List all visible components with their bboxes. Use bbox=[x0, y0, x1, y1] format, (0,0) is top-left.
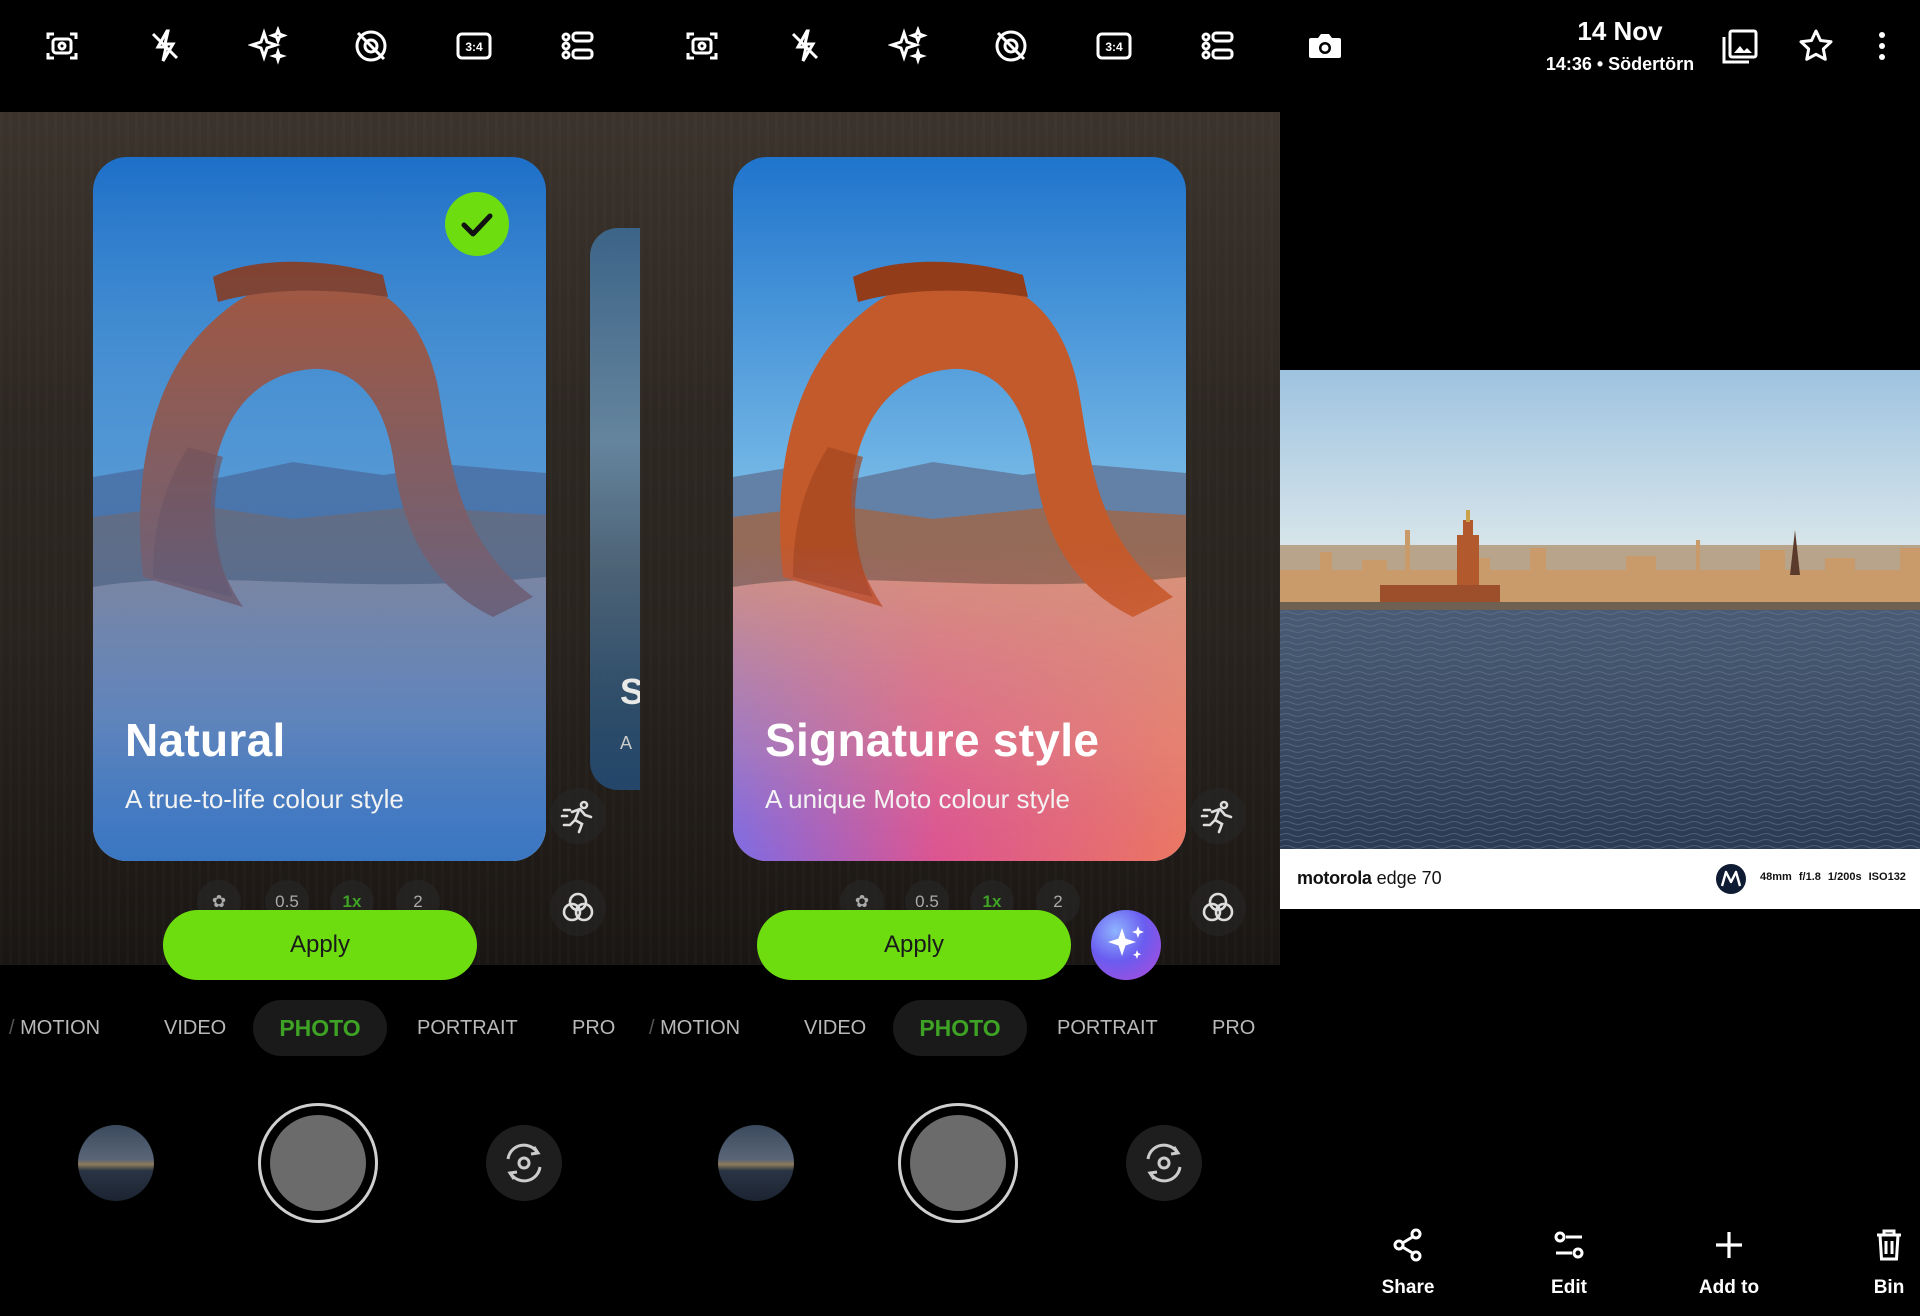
apply-button[interactable]: Apply bbox=[757, 910, 1071, 980]
mode-pro[interactable]: PRO bbox=[572, 1000, 615, 1056]
mode-portrait[interactable]: PORTRAIT bbox=[417, 1000, 518, 1056]
plus-icon bbox=[1716, 1232, 1742, 1258]
motion-shot-icon[interactable] bbox=[1190, 788, 1246, 844]
mode-video[interactable]: VIDEO bbox=[804, 1000, 866, 1056]
flash-off-icon[interactable] bbox=[145, 26, 185, 66]
switch-camera-icon[interactable] bbox=[1126, 1125, 1202, 1201]
mode-photo[interactable]: PHOTO bbox=[253, 1000, 387, 1056]
camera-panel-natural: 3:4 Natural A true-to-life colour style … bbox=[0, 0, 640, 1316]
apply-button[interactable]: Apply bbox=[163, 910, 477, 980]
smart-capture-icon[interactable] bbox=[42, 26, 82, 66]
stockholm-photo[interactable] bbox=[1280, 370, 1920, 850]
motion-off-icon[interactable] bbox=[351, 26, 391, 66]
trash-icon bbox=[1877, 1229, 1901, 1261]
ai-style-icon[interactable] bbox=[1091, 910, 1161, 980]
peek-card-subtitle: A bbox=[620, 733, 633, 753]
next-style-card-peek[interactable]: S A bbox=[590, 228, 640, 790]
camera-mode-selector: / MOTION VIDEO PHOTO PORTRAIT PRO bbox=[0, 1000, 640, 1060]
card-subtitle: A true-to-life colour style bbox=[125, 784, 404, 814]
filters-icon[interactable] bbox=[1190, 880, 1246, 936]
edit-sliders-icon bbox=[1554, 1231, 1584, 1259]
mode-photo[interactable]: PHOTO bbox=[893, 1000, 1027, 1056]
camera-panel-signature: 3:4 Signature style A unique Moto colour… bbox=[640, 0, 1280, 1316]
mode-video[interactable]: VIDEO bbox=[164, 1000, 226, 1056]
share-button[interactable]: Share bbox=[1358, 1225, 1458, 1299]
add-to-label: Add to bbox=[1698, 1277, 1760, 1298]
smart-capture-icon[interactable] bbox=[682, 26, 722, 66]
edit-button[interactable]: Edit bbox=[1519, 1225, 1619, 1299]
selected-check-icon bbox=[445, 192, 509, 256]
add-to-button[interactable]: Add to bbox=[1679, 1225, 1779, 1299]
switch-camera-icon[interactable] bbox=[486, 1125, 562, 1201]
star-icon[interactable] bbox=[1794, 24, 1838, 68]
svg-text:3:4: 3:4 bbox=[465, 40, 483, 54]
svg-text:3:4: 3:4 bbox=[1105, 40, 1123, 54]
flash-off-icon[interactable] bbox=[785, 26, 825, 66]
camera-toolbar: 3:4 bbox=[0, 0, 640, 112]
mode-motion[interactable]: / MOTION bbox=[649, 1000, 740, 1056]
last-photo-thumbnail[interactable] bbox=[718, 1125, 794, 1201]
share-icon bbox=[1393, 1228, 1422, 1262]
mode-motion[interactable]: / MOTION bbox=[9, 1000, 100, 1056]
filters-icon[interactable] bbox=[550, 880, 606, 936]
settings-menu-icon[interactable] bbox=[1197, 26, 1237, 66]
card-title: Natural bbox=[125, 714, 286, 766]
camera-mode-selector: / MOTION VIDEO PHOTO PORTRAIT PRO bbox=[640, 1000, 1280, 1060]
mode-portrait[interactable]: PORTRAIT bbox=[1057, 1000, 1158, 1056]
gallery-viewer: 14 Nov 14:36 • Södertörn motorola edge 7… bbox=[1280, 0, 1920, 1316]
watermark-brand: motorola edge 70 bbox=[1297, 868, 1442, 888]
gallery-icon[interactable] bbox=[1718, 24, 1762, 68]
card-subtitle: A unique Moto colour style bbox=[765, 784, 1070, 814]
bin-button[interactable]: Bin bbox=[1839, 1225, 1920, 1299]
shutter-button[interactable] bbox=[258, 1103, 378, 1223]
motorola-logo-icon bbox=[1715, 863, 1747, 895]
photo-watermark: motorola edge 70 48mm f/1.8 1/200s ISO13… bbox=[1280, 849, 1920, 909]
mode-pro[interactable]: PRO bbox=[1212, 1000, 1255, 1056]
more-options-icon[interactable] bbox=[1860, 24, 1904, 68]
share-label: Share bbox=[1381, 1277, 1435, 1298]
style-card-natural[interactable]: Natural A true-to-life colour style bbox=[93, 157, 546, 861]
motion-off-icon[interactable] bbox=[991, 26, 1031, 66]
shutter-button[interactable] bbox=[898, 1103, 1018, 1223]
camera-toolbar: 3:4 bbox=[640, 0, 1280, 112]
style-card-signature[interactable]: Signature style A unique Moto colour sty… bbox=[733, 157, 1186, 861]
peek-card-title: S bbox=[620, 671, 640, 712]
aspect-ratio-icon[interactable]: 3:4 bbox=[454, 26, 494, 66]
card-title: Signature style bbox=[765, 714, 1100, 766]
settings-menu-icon[interactable] bbox=[557, 26, 597, 66]
edit-label: Edit bbox=[1551, 1277, 1587, 1298]
watermark-exif: 48mm f/1.8 1/200s ISO132 bbox=[1760, 871, 1906, 883]
motion-shot-icon[interactable] bbox=[550, 788, 606, 844]
last-photo-thumbnail[interactable] bbox=[78, 1125, 154, 1201]
ai-sparkle-icon[interactable] bbox=[888, 26, 928, 66]
bin-label: Bin bbox=[1873, 1277, 1905, 1298]
ai-sparkle-icon[interactable] bbox=[248, 26, 288, 66]
aspect-ratio-icon[interactable]: 3:4 bbox=[1094, 26, 1134, 66]
